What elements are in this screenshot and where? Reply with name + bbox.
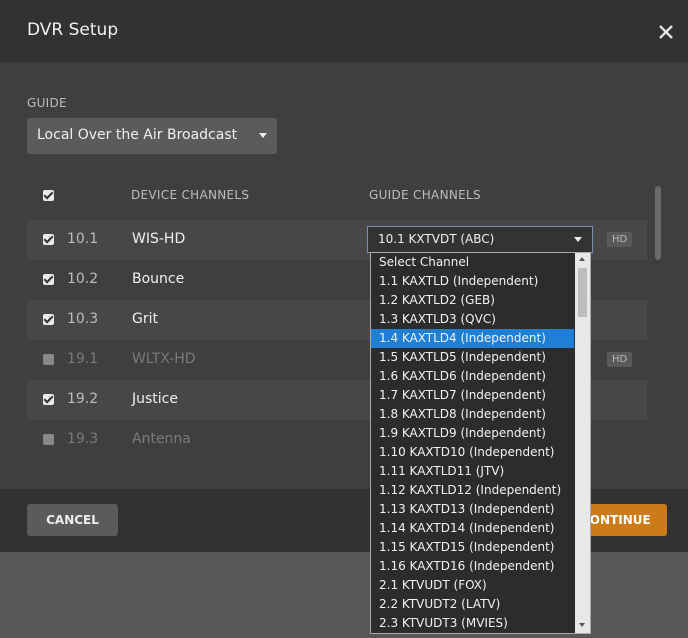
dropdown-option[interactable]: 2.2 KTVUDT2 (LATV) xyxy=(371,595,574,614)
channel-name: Grit xyxy=(132,311,158,327)
row-checkbox[interactable] xyxy=(43,354,54,365)
dropdown-option[interactable]: 1.3 KAXTLD3 (QVC) xyxy=(371,310,574,329)
dialog-header: DVR Setup xyxy=(0,0,688,62)
channel-name: WLTX-HD xyxy=(132,351,196,367)
dropdown-scrollbar[interactable] xyxy=(575,253,590,633)
channel-name: WIS-HD xyxy=(132,231,186,247)
chevron-down-icon xyxy=(259,133,267,138)
dropdown-option[interactable]: 1.12 KAXTLD12 (Independent) xyxy=(371,481,574,500)
chevron-down-icon xyxy=(574,237,582,242)
hd-badge: HD xyxy=(607,352,633,367)
continue-button-label: CONTINUE xyxy=(581,513,651,527)
channel-name: Bounce xyxy=(132,271,185,287)
guide-channel-select[interactable]: 10.1 KXTVDT (ABC) xyxy=(367,226,593,253)
dropdown-option[interactable]: 1.14 KAXTD14 (Independent) xyxy=(371,519,574,538)
channel-number: 10.1 xyxy=(67,231,99,247)
dropdown-option[interactable]: 1.11 KAXTLD11 (JTV) xyxy=(371,462,574,481)
hd-badge: HD xyxy=(607,232,633,247)
channel-number: 10.2 xyxy=(67,271,99,287)
dropdown-option[interactable]: 1.8 KAXTLD8 (Independent) xyxy=(371,405,574,424)
dropdown-option[interactable]: 1.5 KAXTLD5 (Independent) xyxy=(371,348,574,367)
dropdown-option-highlighted[interactable]: 1.4 KAXTLD4 (Independent) xyxy=(371,329,574,348)
scroll-up-icon[interactable] xyxy=(579,257,585,261)
table-scrollbar[interactable] xyxy=(655,186,661,260)
dropdown-option[interactable]: 1.2 KAXTLD2 (GEB) xyxy=(371,291,574,310)
guide-label: GUIDE xyxy=(27,96,67,110)
row-checkbox[interactable] xyxy=(43,314,54,325)
guide-select-value: Local Over the Air Broadcast xyxy=(37,127,238,143)
dropdown-option[interactable]: 2.3 KTVUDT3 (MVIES) xyxy=(371,614,574,633)
dropdown-option[interactable]: 1.7 KAXTLD7 (Independent) xyxy=(371,386,574,405)
channel-number: 19.2 xyxy=(67,391,99,407)
dropdown-option[interactable]: 2.1 KTVUDT (FOX) xyxy=(371,576,574,595)
guide-channel-dropdown: Select Channel 1.1 KAXTLD (Independent) … xyxy=(370,252,591,634)
guide-channel-select-value: 10.1 KXTVDT (ABC) xyxy=(378,232,495,246)
dropdown-option[interactable]: 1.15 KAXTD15 (Independent) xyxy=(371,538,574,557)
dropdown-option[interactable]: 1.9 KAXTLD9 (Independent) xyxy=(371,424,574,443)
cancel-button[interactable]: CANCEL xyxy=(27,504,118,536)
device-channels-header: DEVICE CHANNELS xyxy=(131,188,250,202)
guide-select[interactable]: Local Over the Air Broadcast xyxy=(27,118,277,154)
row-checkbox[interactable] xyxy=(43,234,54,245)
dropdown-option[interactable]: 1.6 KAXTLD6 (Independent) xyxy=(371,367,574,386)
dialog-title: DVR Setup xyxy=(27,20,119,40)
channel-number: 19.3 xyxy=(67,431,99,447)
guide-channels-header: GUIDE CHANNELS xyxy=(369,188,481,202)
row-checkbox[interactable] xyxy=(43,394,54,405)
channel-name: Antenna xyxy=(132,431,191,447)
dropdown-option[interactable]: 1.13 KAXTD13 (Independent) xyxy=(371,500,574,519)
row-checkbox[interactable] xyxy=(43,434,54,445)
channel-name: Justice xyxy=(132,391,178,407)
dropdown-scrollbar-thumb[interactable] xyxy=(578,268,587,317)
close-icon[interactable] xyxy=(650,16,680,46)
channel-number: 19.1 xyxy=(67,351,99,367)
dropdown-option[interactable]: 1.10 KAXTD10 (Independent) xyxy=(371,443,574,462)
dropdown-option[interactable]: Select Channel xyxy=(371,253,574,272)
channel-number: 10.3 xyxy=(67,311,99,327)
dropdown-option[interactable]: 1.1 KAXTLD (Independent) xyxy=(371,272,574,291)
dropdown-option[interactable]: 1.16 KAXTD16 (Independent) xyxy=(371,557,574,576)
cancel-button-label: CANCEL xyxy=(46,513,99,527)
scroll-down-icon[interactable] xyxy=(579,623,585,627)
select-all-checkbox[interactable] xyxy=(43,190,54,201)
row-checkbox[interactable] xyxy=(43,274,54,285)
